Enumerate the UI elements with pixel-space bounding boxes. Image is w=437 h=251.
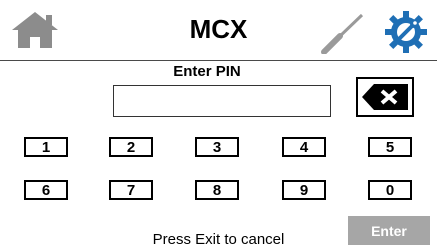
keypad-key-4[interactable]: 4 bbox=[282, 137, 326, 157]
header-bar: MCX bbox=[0, 0, 437, 60]
pin-input[interactable] bbox=[113, 85, 331, 117]
backspace-button[interactable] bbox=[356, 77, 414, 117]
keypad-key-1[interactable]: 1 bbox=[24, 137, 68, 157]
enter-button[interactable]: Enter bbox=[348, 216, 430, 245]
gear-wrench-icon[interactable] bbox=[382, 8, 430, 56]
keypad-key-0[interactable]: 0 bbox=[368, 180, 412, 200]
keypad-key-5[interactable]: 5 bbox=[368, 137, 412, 157]
header-divider bbox=[0, 60, 437, 61]
keypad-key-9[interactable]: 9 bbox=[282, 180, 326, 200]
screwdriver-icon[interactable] bbox=[318, 12, 366, 55]
pin-label: Enter PIN bbox=[173, 63, 241, 80]
keypad-key-2[interactable]: 2 bbox=[109, 137, 153, 157]
backspace-x-icon bbox=[362, 84, 408, 110]
keypad-key-7[interactable]: 7 bbox=[109, 180, 153, 200]
keypad-key-6[interactable]: 6 bbox=[24, 180, 68, 200]
page-title: MCX bbox=[189, 14, 248, 44]
keypad-key-8[interactable]: 8 bbox=[195, 180, 239, 200]
keypad-key-3[interactable]: 3 bbox=[195, 137, 239, 157]
